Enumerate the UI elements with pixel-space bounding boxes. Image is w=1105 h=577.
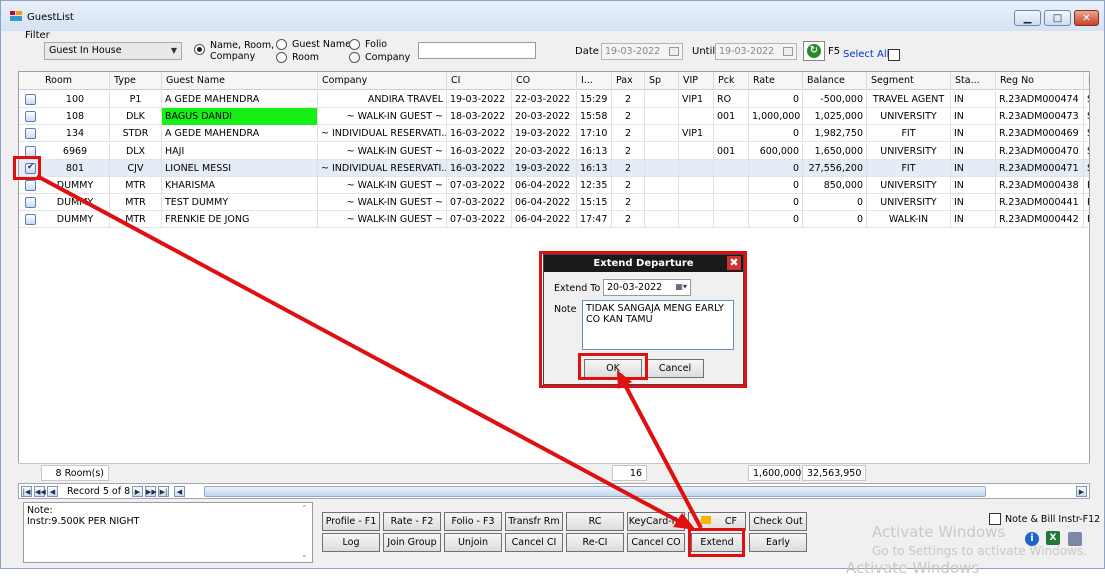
guestlist-window: GuestList ▁ □ ✕ Filter Guest In House ▼ N… (0, 0, 1105, 577)
annotation-arrows (36, 174, 703, 530)
arrow-line-extend-to-ok (623, 384, 703, 529)
arrow-line-checkbox-to-extend (36, 174, 683, 525)
